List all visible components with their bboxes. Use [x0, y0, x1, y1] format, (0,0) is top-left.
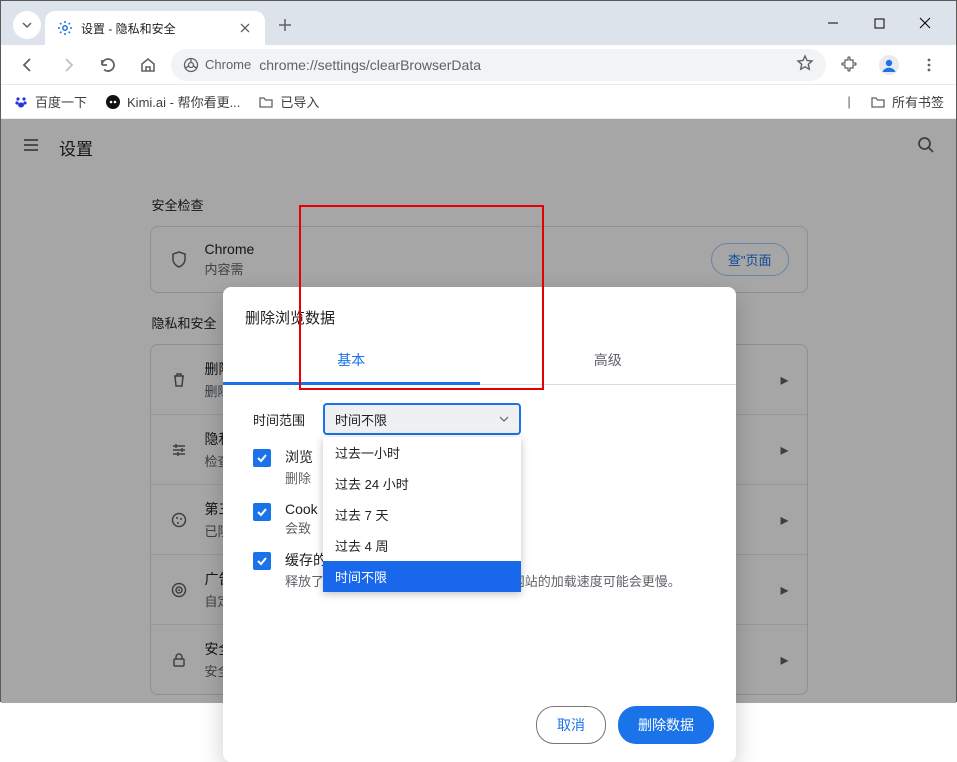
option-last-24h[interactable]: 过去 24 小时: [323, 468, 521, 499]
time-range-select[interactable]: 时间不限: [323, 403, 521, 435]
bookmark-imported[interactable]: 已导入: [258, 92, 319, 111]
delete-data-button[interactable]: 删除数据: [618, 706, 714, 744]
minimize-button[interactable]: [810, 7, 856, 39]
time-range-label: 时间范围: [253, 410, 305, 429]
chevron-down-icon: [499, 412, 509, 427]
checkbox-cookies[interactable]: [253, 503, 271, 521]
option-last-hour[interactable]: 过去一小时: [323, 437, 521, 468]
checkbox-cache[interactable]: [253, 552, 271, 570]
home-button[interactable]: [131, 48, 165, 82]
clear-data-dialog: 删除浏览数据 基本 高级 时间范围 时间不限 过去一小时 过去 24 小时 过去…: [223, 287, 736, 762]
close-icon[interactable]: [237, 20, 253, 36]
all-bookmarks[interactable]: | 所有书签: [847, 92, 944, 111]
tabs-dropdown[interactable]: [13, 11, 41, 39]
new-tab-button[interactable]: [271, 11, 299, 39]
url-text: chrome://settings/clearBrowserData: [259, 57, 481, 73]
profile-button[interactable]: [872, 48, 906, 82]
cancel-button[interactable]: 取消: [536, 706, 606, 744]
paw-icon: [13, 94, 29, 110]
option-all-time[interactable]: 时间不限: [323, 561, 521, 592]
folder-icon: [870, 94, 886, 110]
window-close-button[interactable]: [902, 7, 948, 39]
folder-icon: [258, 94, 274, 110]
reload-button[interactable]: [91, 48, 125, 82]
option-last-7d[interactable]: 过去 7 天: [323, 499, 521, 530]
browser-tab[interactable]: 设置 - 隐私和安全: [45, 11, 265, 45]
bookmark-star-icon[interactable]: [796, 54, 814, 75]
back-button[interactable]: [11, 48, 45, 82]
address-bar[interactable]: Chrome chrome://settings/clearBrowserDat…: [171, 49, 826, 81]
tab-basic[interactable]: 基本: [223, 338, 480, 385]
time-range-dropdown: 过去一小时 过去 24 小时 过去 7 天 过去 4 周 时间不限: [323, 437, 521, 592]
kimi-icon: [105, 94, 121, 110]
forward-button: [51, 48, 85, 82]
bookmark-kimi[interactable]: Kimi.ai - 帮你看更...: [105, 92, 240, 111]
tab-advanced[interactable]: 高级: [480, 338, 737, 384]
checkbox-history[interactable]: [253, 449, 271, 467]
menu-button[interactable]: [912, 48, 946, 82]
option-last-4w[interactable]: 过去 4 周: [323, 530, 521, 561]
tab-title: 设置 - 隐私和安全: [81, 20, 229, 37]
extensions-button[interactable]: [832, 48, 866, 82]
maximize-button[interactable]: [856, 7, 902, 39]
dialog-title: 删除浏览数据: [223, 287, 736, 338]
gear-icon: [57, 20, 73, 36]
bookmark-baidu[interactable]: 百度一下: [13, 92, 87, 111]
chrome-chip: Chrome: [183, 57, 251, 73]
